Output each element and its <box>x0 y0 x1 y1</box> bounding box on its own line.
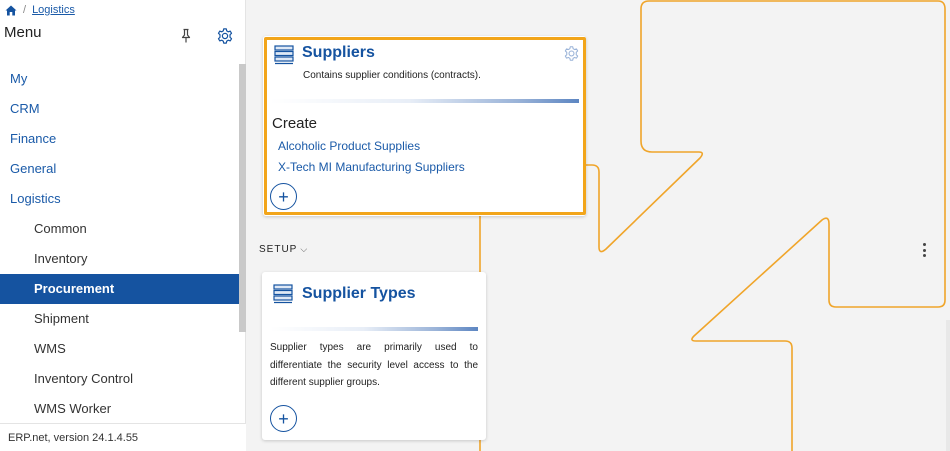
gear-icon[interactable] <box>216 27 234 45</box>
suppliers-card-description: Contains supplier conditions (contracts)… <box>303 70 481 81</box>
card-gear-icon[interactable] <box>563 45 580 62</box>
page-scrollbar[interactable] <box>946 320 950 451</box>
stack-icon <box>273 284 293 304</box>
suppliers-add-button[interactable]: + <box>270 183 297 210</box>
card-divider-stripe <box>270 327 478 331</box>
menu-title: Menu <box>4 24 42 41</box>
pin-icon[interactable] <box>179 28 193 44</box>
version-label: ERP.net, version 24.1.4.55 <box>0 423 246 451</box>
supplier-types-card-description: Supplier types are primarily used to dif… <box>270 342 478 388</box>
menu-item-general[interactable]: General <box>0 154 239 184</box>
menu-item-crm[interactable]: CRM <box>0 94 239 124</box>
supplier-types-add-button[interactable]: + <box>270 405 297 432</box>
menu-item-my[interactable]: My <box>0 64 239 94</box>
setup-section-label: SETUP <box>259 244 298 255</box>
menu-list: My CRM Finance General Logistics Common … <box>0 64 239 424</box>
card-divider-stripe <box>270 99 579 103</box>
supplier-types-card-title[interactable]: Supplier Types <box>302 285 416 303</box>
menu-item-procurement[interactable]: Procurement <box>0 274 239 304</box>
breadcrumb: / Logistics <box>5 3 75 17</box>
suppliers-card-title[interactable]: Suppliers <box>302 44 375 62</box>
menu-item-inventory-control[interactable]: Inventory Control <box>0 364 239 394</box>
menu-item-logistics[interactable]: Logistics <box>0 184 239 214</box>
setup-section-toggle[interactable]: SETUP ⌵ <box>259 244 308 255</box>
breadcrumb-link-logistics[interactable]: Logistics <box>32 4 75 16</box>
menu-item-common[interactable]: Common <box>0 214 239 244</box>
menu-item-shipment[interactable]: Shipment <box>0 304 239 334</box>
create-link-x-tech-mi-manufacturing-suppliers[interactable]: X-Tech MI Manufacturing Suppliers <box>278 160 465 174</box>
breadcrumb-separator: / <box>23 4 27 16</box>
chevron-down-icon: ⌵ <box>300 244 309 254</box>
menu-item-wms[interactable]: WMS <box>0 334 239 364</box>
create-label: Create <box>272 115 318 132</box>
menu-item-inventory[interactable]: Inventory <box>0 244 239 274</box>
menu-item-finance[interactable]: Finance <box>0 124 239 154</box>
more-options-icon[interactable] <box>920 243 928 257</box>
menu-item-wms-worker[interactable]: WMS Worker <box>0 394 239 424</box>
home-icon[interactable] <box>5 5 17 16</box>
stack-icon <box>274 45 294 65</box>
sidebar: / Logistics Menu My CRM Finance General … <box>0 0 246 451</box>
sidebar-scrollbar[interactable] <box>239 64 246 332</box>
create-link-alcoholic-product-supplies[interactable]: Alcoholic Product Supplies <box>278 139 420 153</box>
